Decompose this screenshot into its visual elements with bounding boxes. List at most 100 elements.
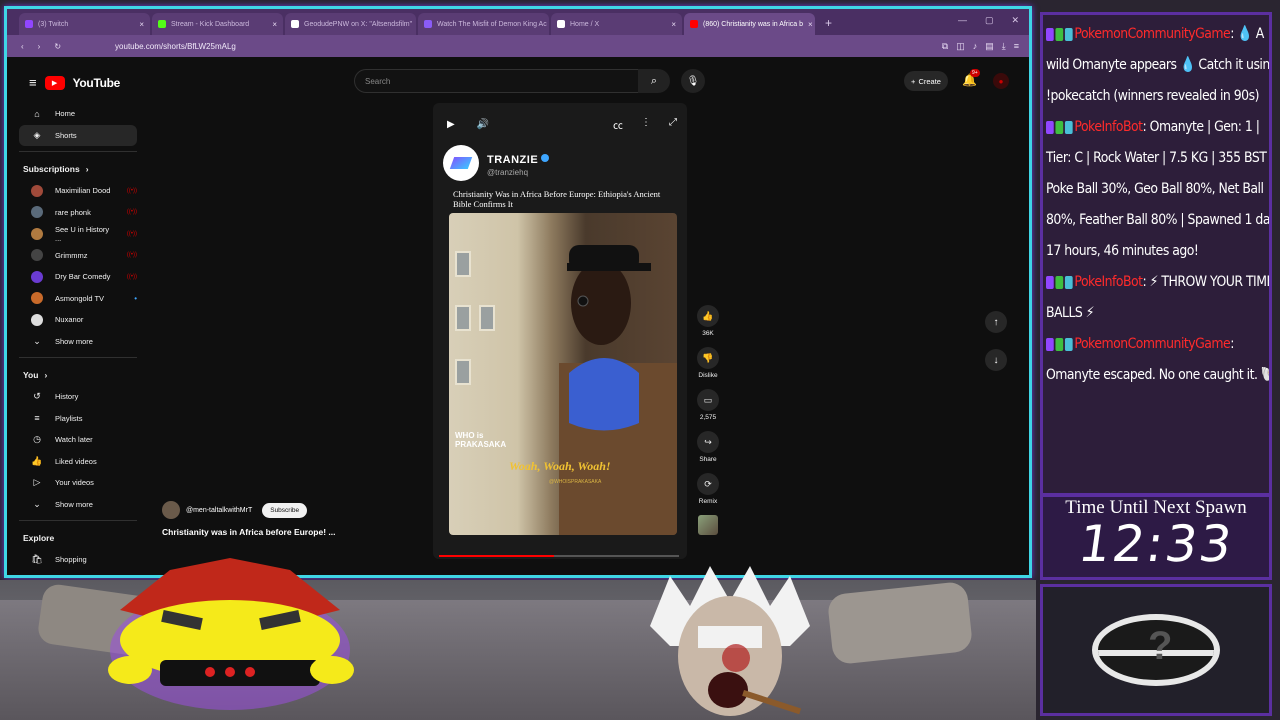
tab-1[interactable]: (3) Twitch × [19,13,150,35]
music-icon[interactable]: ♪ [973,41,978,52]
chat-badge-icon [1046,120,1054,134]
sidebar-item[interactable]: ⌄ Show more [19,331,137,353]
sound-thumbnail[interactable] [693,515,723,535]
sidebar-item[interactable]: 👍 Liked videos [19,451,137,473]
remix-button[interactable]: ⟳ Remix [693,473,723,505]
youtube-logo-icon[interactable]: ▶ [44,75,65,90]
sidebar-item[interactable]: Maximilian Dood ((•)) [19,180,137,202]
youtube-logo-text[interactable]: YouTube [73,76,121,90]
maximize-icon[interactable]: ▢ [985,15,994,26]
sidebar-item[interactable]: ◷ Watch later [19,429,137,451]
sidebar-item[interactable]: ⌄ Show more [19,494,137,516]
sidebar-item-label: History [55,392,79,402]
chat-badge-icon [1055,337,1064,351]
next-short-uploader: @men-taltalkwithMrT Subscribe [162,501,308,519]
shorts-icon: ◈ [33,129,41,140]
tab-favicon-icon [25,20,33,28]
tab-label: Watch The Misfit of Demon King Ac [437,20,547,28]
avatar[interactable]: ● [993,73,1009,89]
previous-short-button[interactable]: ↑ [985,311,1007,333]
tab-3[interactable]: GeodudePNW on X: "Altsendsfilm"× [285,13,416,35]
back-icon[interactable]: ‹ [21,42,24,51]
tab-6[interactable]: (860) Christianity was in Africa b × [684,13,815,35]
search-button[interactable]: ⌕ [638,69,670,93]
uploader-handle[interactable]: @men-taltalkwithMrT [186,507,252,514]
tab-label: (3) Twitch [38,20,69,28]
chat-badge-icon [1055,120,1064,134]
sidebar-section-title[interactable]: Subscriptions › [19,158,137,180]
menu-icon[interactable]: ≡ [29,75,37,90]
tab-4[interactable]: Watch The Misfit of Demon King Ac× [418,13,549,35]
extension-icon[interactable]: ◫ [956,41,965,52]
sidebar-item[interactable]: Asmongold TV • [19,288,137,310]
sidebar-item[interactable]: ▷ Your videos [19,472,137,494]
sidebar-item[interactable]: ≡ Playlists [19,408,137,430]
sidebar-section-title[interactable]: Explore [19,527,137,549]
search-input[interactable]: Search [354,69,638,93]
minimize-icon[interactable]: — [958,15,967,26]
dislike-button[interactable]: 👎 Dislike [693,347,723,379]
tab-5[interactable]: Home / X × [551,13,682,35]
new-tab-icon[interactable]: + [825,16,832,30]
captions-icon[interactable]: ㏄ [613,117,623,132]
reload-icon[interactable]: ↻ [54,42,61,51]
tab-label: Home / X [570,20,600,28]
subscribe-button[interactable]: Subscribe [262,502,308,518]
channel-logo[interactable] [443,145,479,181]
tab-2[interactable]: Stream - Kick Dashboard × [152,13,283,35]
chat-username[interactable]: PokemonCommunityGame [1074,26,1230,42]
close-tab-icon[interactable]: × [139,20,144,29]
create-button[interactable]: + Create [904,71,948,91]
nav-icon: ▷ [33,477,41,488]
next-short-button[interactable]: ↓ [985,349,1007,371]
sidebar-icon[interactable]: ▤ [985,41,994,52]
forward-icon[interactable]: › [38,42,41,51]
comments-button[interactable]: ▭ 2,575 [693,389,723,421]
chat-username[interactable]: PokeInfoBot [1074,274,1143,290]
close-tab-icon[interactable]: × [272,20,277,29]
sidebar-section-title[interactable]: You › [19,364,137,386]
channel-avatar [31,292,43,305]
share-button[interactable]: ↪ Share [693,431,723,463]
stream-scene: (3) Twitch × Stream - Kick Dashboard × Geodu… [0,0,1280,720]
next-short-title[interactable]: Christianity was in Africa before Europe… [162,527,336,537]
chat-username[interactable]: PokeInfoBot [1074,119,1143,135]
arrow-down-icon: ↓ [993,354,999,366]
close-tab-icon[interactable]: × [808,20,813,29]
download-icon[interactable]: ⤓ [1002,41,1006,52]
sidebar-item[interactable]: ↺ History [19,386,137,408]
volume-icon[interactable]: 🔊 [477,119,489,130]
menu-icon[interactable]: ≡ [1014,41,1019,52]
pokeball-panel: ? [1040,584,1272,716]
sidebar-item[interactable]: Nuxanor [19,309,137,331]
chat-username[interactable]: PokemonCommunityGame [1074,336,1230,352]
shopping-icon: 🛍 [31,554,43,565]
like-button[interactable]: 👍 36K [693,305,723,337]
sidebar-item[interactable]: ◈ Shorts [19,124,137,146]
fullscreen-icon[interactable]: ⤢ [669,117,677,132]
close-tab-icon[interactable]: × [671,20,676,29]
chat-message: PokeInfoBot: ⚡ THROW YOUR TIMER BALLS ⚡ [1046,267,1269,329]
arrow-up-icon: ↑ [993,316,999,328]
channel-name[interactable]: TRANZIE [487,154,538,166]
sidebar-item[interactable]: See U in History ... ((•)) [19,223,137,245]
play-icon[interactable]: ▶ [447,119,455,130]
video-frame[interactable]: WHO is PRAKASAKA Woah, Woah, Woah! @WHOIS… [449,213,677,535]
sound-thumbnail-image [698,515,718,535]
sidebar-item[interactable]: Dry Bar Comedy ((•)) [19,266,137,288]
voice-search-button[interactable]: 🎙 [681,69,705,93]
url-bar: ‹ › ↻ youtube.com/shorts/BfLW25mALg ⧉ ◫ … [7,35,1029,57]
sidebar-item[interactable]: ⌂ Home [19,103,137,125]
url-text[interactable]: youtube.com/shorts/BfLW25mALg [115,42,236,51]
avatar[interactable] [162,501,180,519]
progress-bar[interactable] [439,555,679,557]
short-player[interactable]: ▶ 🔊 ㏄ ⋮ ⤢ TRANZIE @tranziehq Christianit… [433,103,687,559]
close-icon[interactable]: ✕ [1011,15,1019,26]
more-options-icon[interactable]: ⋮ [641,117,651,132]
tab-label: GeodudePNW on X: "Altsendsfilm" [304,20,413,28]
sidebar-item[interactable]: Grimmmz ((•)) [19,245,137,267]
sidebar-item[interactable]: rare phonk ((•)) [19,202,137,224]
progress-fill [439,555,555,557]
extension-icon[interactable]: ⧉ [942,41,948,52]
create-label: Create [918,76,941,86]
